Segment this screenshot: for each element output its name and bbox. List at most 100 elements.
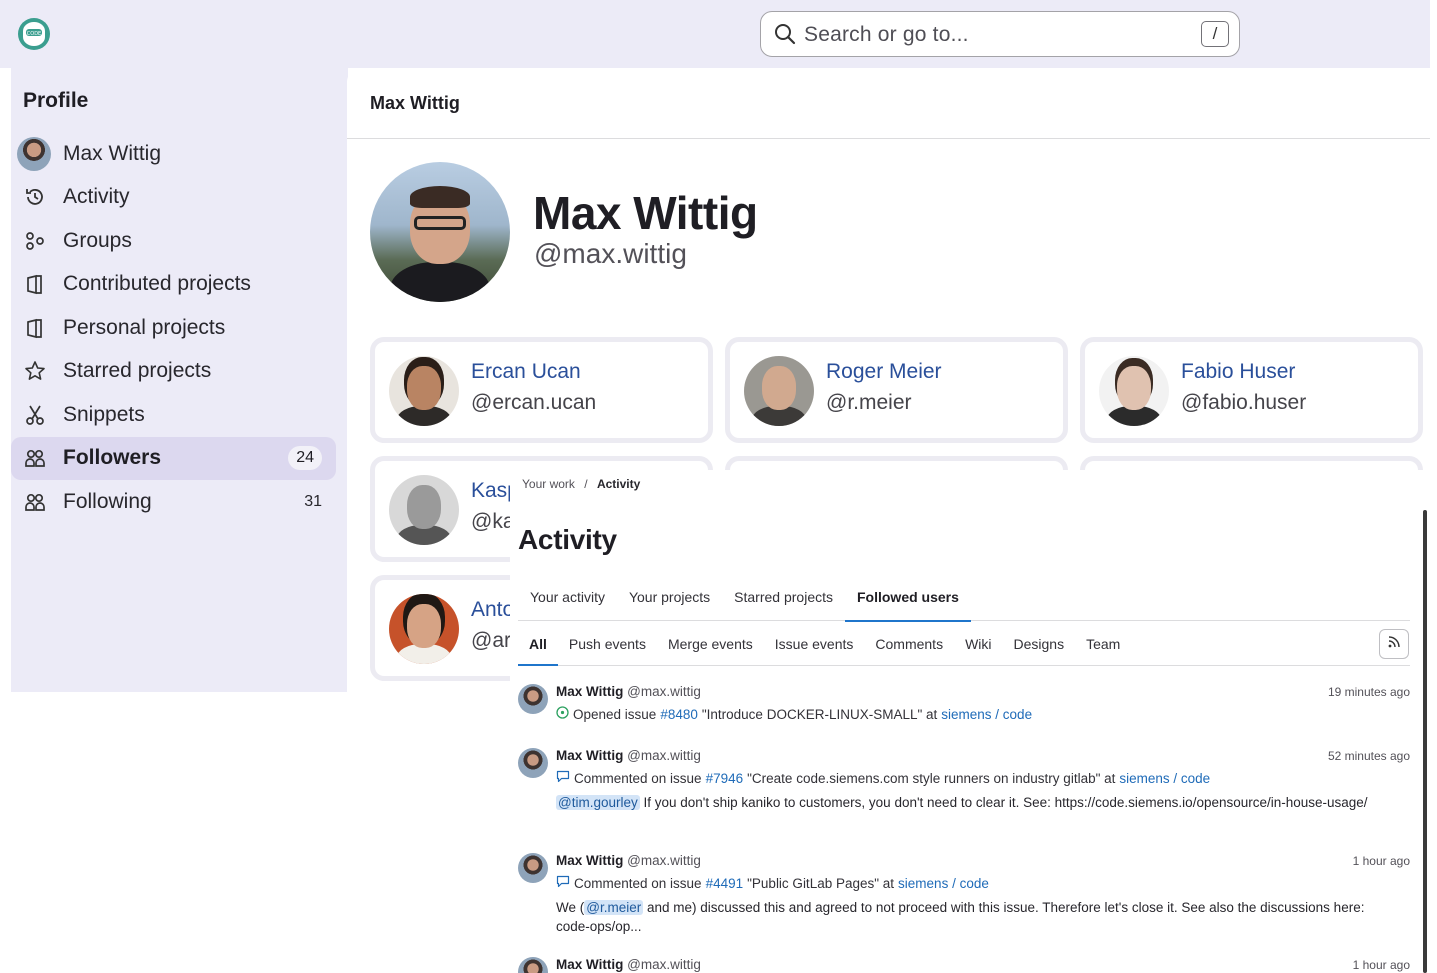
filter-comments[interactable]: Comments: [864, 622, 954, 665]
follower-card[interactable]: Roger Meier @r.meier: [725, 337, 1068, 443]
comment-body: We (@r.meier and me) discussed this and …: [556, 900, 1365, 934]
project-link[interactable]: siemens / code: [1119, 771, 1210, 786]
following-count-badge: 31: [304, 492, 322, 510]
page-title: Max Wittig: [370, 93, 460, 113]
users-icon: [23, 490, 47, 514]
avatar: [744, 356, 814, 426]
sidebar-item-label: Followers: [63, 446, 162, 470]
sidebar-item-label: Max Wittig: [63, 141, 162, 165]
profile-handle: @max.wittig: [534, 238, 687, 269]
sidebar-item-label: Contributed projects: [63, 272, 251, 296]
sidebar-item-label: Personal projects: [63, 315, 226, 339]
sidebar-item-activity[interactable]: Activity: [11, 176, 336, 220]
page-header: Max Wittig: [347, 68, 1430, 139]
project-link[interactable]: siemens / code: [941, 707, 1032, 722]
user-mention[interactable]: @r.meier: [584, 900, 644, 915]
user-mention[interactable]: @tim.gourley: [556, 795, 640, 810]
rss-feed-button[interactable]: [1379, 629, 1409, 659]
profile-name: Max Wittig: [533, 187, 758, 239]
sidebar-item-groups[interactable]: Groups: [11, 219, 336, 263]
tab-your-activity[interactable]: Your activity: [518, 580, 617, 621]
filter-wiki[interactable]: Wiki: [954, 622, 1002, 665]
scrollbar[interactable]: [1423, 510, 1427, 973]
filter-issue-events[interactable]: Issue events: [764, 622, 865, 665]
event-author[interactable]: Max Wittig: [556, 853, 623, 868]
follower-name-link[interactable]: Roger Meier: [826, 360, 942, 384]
star-icon: [23, 359, 47, 383]
filter-designs[interactable]: Designs: [1003, 622, 1076, 665]
issue-link[interactable]: #4491: [706, 876, 744, 891]
event-subject: "Public GitLab Pages" at: [747, 875, 895, 891]
follower-name-link[interactable]: Fabio Huser: [1181, 360, 1295, 384]
search-icon: [773, 22, 797, 51]
sidebar-item-label: Activity: [63, 185, 130, 209]
sidebar-item-personal-projects[interactable]: Personal projects: [11, 306, 336, 350]
sidebar-nav: Max Wittig Activity Groups Contributed p…: [11, 132, 336, 524]
event-author-handle: @max.wittig: [627, 853, 701, 868]
followers-count-badge: 24: [288, 446, 322, 471]
event-author[interactable]: Max Wittig: [556, 684, 623, 699]
project-link[interactable]: siemens / code: [898, 876, 989, 891]
filter-team[interactable]: Team: [1075, 622, 1131, 665]
avatar: [389, 594, 459, 664]
users-icon: [23, 446, 47, 470]
activity-tabs: Your activity Your projects Starred proj…: [518, 580, 1410, 622]
search-input[interactable]: Search or go to... /: [760, 11, 1240, 57]
follower-name-link[interactable]: Anto: [471, 598, 514, 622]
sidebar-item-following[interactable]: Following 31: [11, 480, 336, 524]
event-subject: "Introduce DOCKER-LINUX-SMALL" at: [701, 706, 938, 722]
follower-handle: @ercan.ucan: [471, 391, 597, 414]
follower-name-link[interactable]: Ercan Ucan: [471, 360, 581, 384]
project-icon: [23, 272, 47, 296]
event-time: 1 hour ago: [1352, 958, 1410, 972]
filter-all[interactable]: All: [518, 622, 558, 666]
breadcrumb-activity[interactable]: Activity: [597, 477, 640, 491]
tab-followed-users[interactable]: Followed users: [845, 580, 971, 622]
avatar[interactable]: [518, 684, 548, 714]
breadcrumb-your-work[interactable]: Your work: [522, 477, 575, 491]
event-action: Commented on issue: [574, 770, 702, 786]
sidebar-item-starred-projects[interactable]: Starred projects: [11, 350, 336, 394]
avatar[interactable]: [518, 748, 548, 778]
sidebar-item-contributed-projects[interactable]: Contributed projects: [11, 263, 336, 307]
follower-card[interactable]: Fabio Huser @fabio.huser: [1080, 337, 1423, 443]
event-author[interactable]: Max Wittig: [556, 748, 623, 763]
breadcrumb: Your work / Activity: [522, 477, 641, 491]
event-time: 52 minutes ago: [1327, 749, 1410, 763]
event-filter-tabs: All Push events Merge events Issue event…: [518, 622, 1410, 666]
event-author-handle: @max.wittig: [627, 684, 701, 699]
filter-push-events[interactable]: Push events: [558, 622, 657, 665]
issue-link[interactable]: #8480: [660, 707, 698, 722]
sidebar-item-followers[interactable]: Followers 24: [11, 436, 336, 480]
sidebar-title: Profile: [23, 89, 89, 112]
groups-icon: [23, 229, 47, 253]
tab-your-projects[interactable]: Your projects: [617, 580, 722, 621]
avatar: [17, 136, 51, 171]
code-logo-icon[interactable]: CODE: [16, 17, 52, 51]
sidebar-item-snippets[interactable]: Snippets: [11, 393, 336, 437]
event-author[interactable]: Max Wittig: [556, 957, 623, 972]
scissors-icon: [23, 403, 47, 427]
comment-icon: [556, 875, 570, 891]
avatar: [1099, 356, 1169, 426]
event-subject: "Create code.siemens.com style runners o…: [747, 770, 1116, 786]
follower-handle: @r.meier: [826, 391, 912, 414]
avatar: [389, 475, 459, 545]
search-placeholder: Search or go to...: [804, 23, 969, 46]
sidebar-item-label: Starred projects: [63, 359, 212, 383]
follower-card[interactable]: Ercan Ucan @ercan.ucan: [370, 337, 713, 443]
follower-handle: @fabio.huser: [1181, 391, 1307, 414]
rss-icon: [1387, 635, 1401, 654]
sidebar-item-label: Groups: [63, 228, 132, 252]
sidebar-item-profile[interactable]: Max Wittig: [11, 132, 336, 176]
avatar[interactable]: [518, 853, 548, 883]
comment-body: @tim.gourley If you don't ship kaniko to…: [556, 795, 1368, 810]
tab-starred-projects[interactable]: Starred projects: [722, 580, 845, 621]
sidebar-item-label: Snippets: [63, 402, 145, 426]
issue-open-icon: [556, 706, 569, 722]
sidebar-item-label: Following: [63, 489, 152, 513]
issue-link[interactable]: #7946: [706, 771, 744, 786]
avatar[interactable]: [518, 957, 548, 973]
event-author-handle: @max.wittig: [627, 957, 701, 972]
filter-merge-events[interactable]: Merge events: [657, 622, 764, 665]
